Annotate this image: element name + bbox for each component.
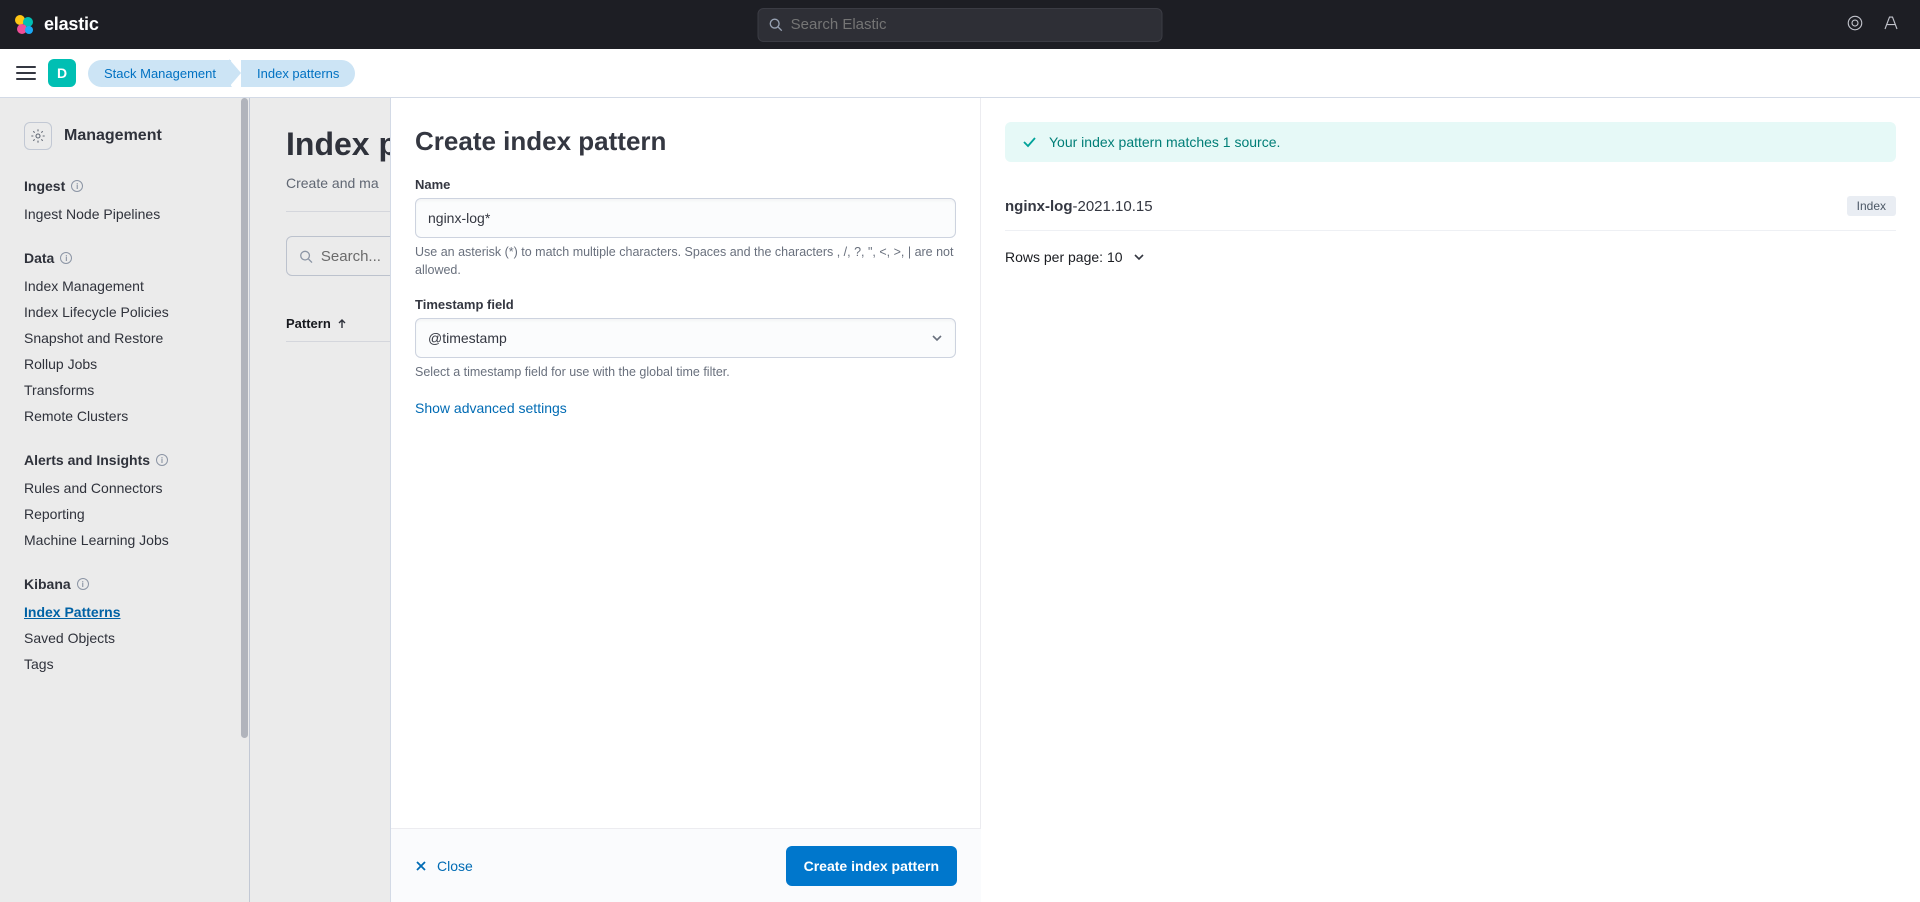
rows-per-page-label: Rows per page: 10: [1005, 249, 1123, 265]
info-icon[interactable]: i: [77, 578, 89, 590]
elastic-logo-icon: [12, 13, 36, 37]
space-selector[interactable]: D: [48, 59, 76, 87]
flyout-title: Create index pattern: [415, 126, 956, 157]
flyout-footer: Close Create index pattern: [391, 828, 981, 902]
timestamp-value: @timestamp: [428, 330, 507, 346]
breadcrumb-item[interactable]: Stack Management: [88, 60, 232, 87]
search-icon: [769, 17, 783, 32]
scrollbar[interactable]: [240, 98, 249, 902]
create-index-pattern-button[interactable]: Create index pattern: [786, 846, 957, 886]
advanced-settings-link[interactable]: Show advanced settings: [415, 400, 956, 416]
sidebar-heading: Management: [24, 122, 249, 150]
sidebar-item-remote-clusters[interactable]: Remote Clusters: [24, 408, 249, 424]
section-title: Kibana: [24, 576, 71, 592]
info-icon[interactable]: i: [60, 252, 72, 264]
sort-asc-icon: [337, 319, 347, 329]
subnav: D Stack Management Index patterns: [0, 49, 1920, 98]
sidebar-item-saved-objects[interactable]: Saved Objects: [24, 630, 249, 646]
newsfeed-icon[interactable]: [1846, 14, 1864, 35]
global-search-input[interactable]: [791, 16, 1152, 33]
check-icon: [1021, 134, 1037, 150]
sidebar-item-transforms[interactable]: Transforms: [24, 382, 249, 398]
match-rest-part: -2021.10.15: [1073, 198, 1153, 215]
callout-text: Your index pattern matches 1 source.: [1049, 134, 1280, 150]
sidebar-item-rules[interactable]: Rules and Connectors: [24, 480, 249, 496]
matched-source-row: nginx-log-2021.10.15 Index: [1005, 184, 1896, 231]
breadcrumb-separator-icon: [231, 59, 241, 87]
flyout-preview: Your index pattern matches 1 source. ngi…: [981, 98, 1920, 828]
section-title: Alerts and Insights: [24, 452, 150, 468]
match-bold-part: nginx-log: [1005, 198, 1073, 215]
rows-per-page[interactable]: Rows per page: 10: [1005, 249, 1896, 265]
help-icon[interactable]: [1882, 14, 1900, 35]
sidebar: Management Ingesti Ingest Node Pipelines…: [0, 98, 250, 902]
brand-logo[interactable]: elastic: [12, 13, 99, 37]
sidebar-item-ilm[interactable]: Index Lifecycle Policies: [24, 304, 249, 320]
sidebar-title: Management: [64, 127, 162, 145]
chevron-down-icon: [1133, 251, 1145, 263]
name-help: Use an asterisk (*) to match multiple ch…: [415, 244, 956, 279]
sidebar-item-tags[interactable]: Tags: [24, 656, 249, 672]
matched-source-name: nginx-log-2021.10.15: [1005, 198, 1153, 215]
timestamp-help: Select a timestamp field for use with th…: [415, 364, 956, 382]
nav-toggle-icon[interactable]: [16, 63, 36, 83]
close-button[interactable]: Close: [415, 858, 473, 874]
col-pattern: Pattern: [286, 316, 331, 331]
info-icon[interactable]: i: [71, 180, 83, 192]
breadcrumb: Stack Management Index patterns: [88, 59, 355, 87]
match-callout: Your index pattern matches 1 source.: [1005, 122, 1896, 162]
flyout: Create index pattern Name Use an asteris…: [390, 98, 1920, 902]
global-search[interactable]: [758, 8, 1163, 42]
timestamp-label: Timestamp field: [415, 297, 956, 312]
gear-icon: [24, 122, 52, 150]
close-icon: [415, 860, 427, 872]
search-icon: [299, 249, 313, 264]
sidebar-item-ingest-pipelines[interactable]: Ingest Node Pipelines: [24, 206, 249, 222]
info-icon[interactable]: i: [156, 454, 168, 466]
name-label: Name: [415, 177, 956, 192]
close-label: Close: [437, 858, 473, 874]
sidebar-item-ml-jobs[interactable]: Machine Learning Jobs: [24, 532, 249, 548]
flyout-form: Create index pattern Name Use an asteris…: [391, 98, 981, 828]
breadcrumb-item[interactable]: Index patterns: [241, 60, 355, 87]
sidebar-item-index-patterns[interactable]: Index Patterns: [24, 604, 249, 620]
topbar: elastic: [0, 0, 1920, 49]
name-input[interactable]: [415, 198, 956, 238]
sidebar-item-index-management[interactable]: Index Management: [24, 278, 249, 294]
section-title: Ingest: [24, 178, 65, 194]
sidebar-item-rollup[interactable]: Rollup Jobs: [24, 356, 249, 372]
sidebar-item-snapshot-restore[interactable]: Snapshot and Restore: [24, 330, 249, 346]
source-type-badge: Index: [1847, 196, 1896, 216]
brand-name: elastic: [44, 14, 99, 35]
section-title: Data: [24, 250, 54, 266]
sidebar-item-reporting[interactable]: Reporting: [24, 506, 249, 522]
chevron-down-icon: [931, 332, 943, 344]
timestamp-select[interactable]: @timestamp: [415, 318, 956, 358]
